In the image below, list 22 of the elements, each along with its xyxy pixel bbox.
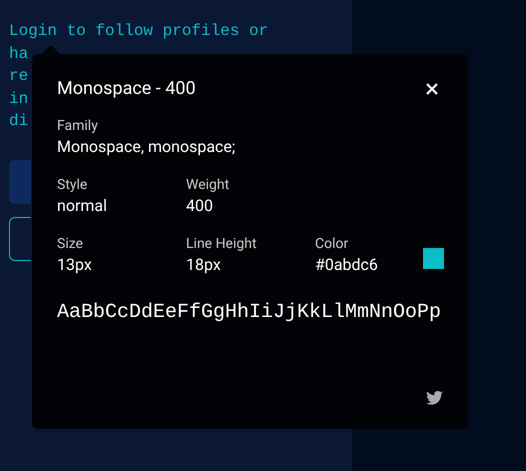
font-sample: AaBbCcDdEeFfGgHhIiJjKkLlMmNnOoPp xyxy=(57,301,442,324)
intro-text: ha xyxy=(9,44,28,64)
property-value: #0abdc6 xyxy=(315,254,379,275)
intro-text: Login to follow profiles or xyxy=(9,21,268,42)
intro-text: re xyxy=(9,66,28,87)
property-label: Color xyxy=(315,235,350,254)
intro-text: di xyxy=(9,111,28,132)
property-value: 13px xyxy=(57,254,93,275)
close-icon[interactable] xyxy=(426,82,438,94)
intro-text: in xyxy=(9,88,28,110)
property-label: Size xyxy=(57,235,84,254)
bird-icon[interactable] xyxy=(426,391,443,405)
property-value: 18px xyxy=(186,254,222,275)
property-label: Weight xyxy=(186,176,230,195)
property-value: 400 xyxy=(186,195,214,216)
property-value: normal xyxy=(57,195,108,216)
property-label: Family xyxy=(57,117,99,136)
property-label: Style xyxy=(57,176,88,195)
outlined-button[interactable] xyxy=(9,216,31,260)
property-value: Monospace, monospace; xyxy=(57,136,236,157)
popup-title: Monospace - 400 xyxy=(57,78,196,99)
property-label: Line Height xyxy=(186,235,258,254)
